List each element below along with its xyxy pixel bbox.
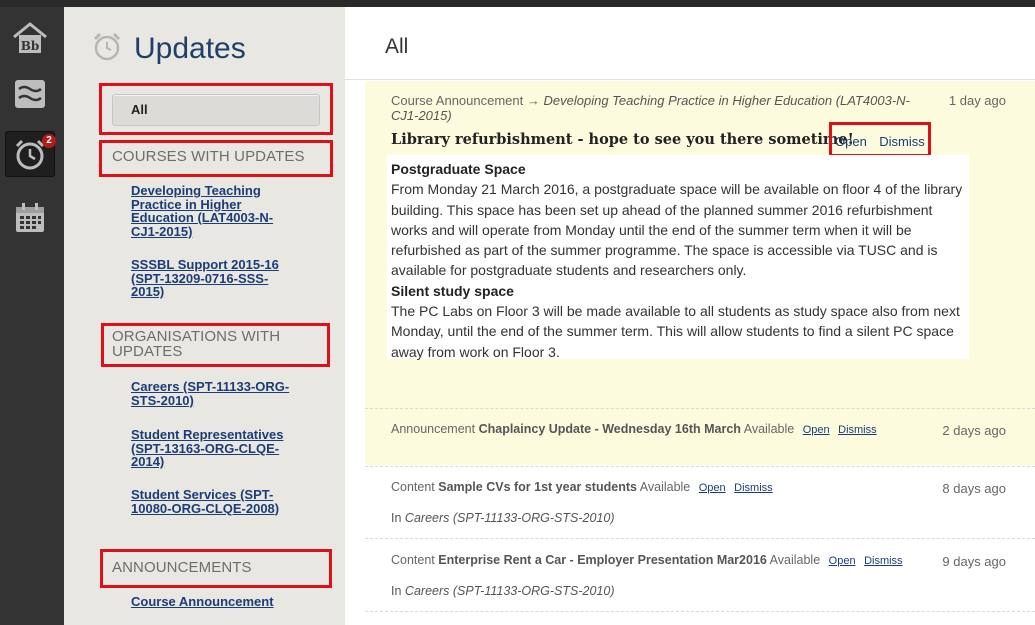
dismiss-link[interactable]: Dismiss bbox=[838, 424, 877, 436]
sidebar-org-link[interactable]: Student Representatives (SPT-13163-ORG-C… bbox=[131, 428, 301, 469]
sidebar-org-link[interactable]: Careers (SPT-11133-ORG-STS-2010) bbox=[131, 380, 301, 407]
item-divider bbox=[365, 611, 1035, 612]
filter-all-button[interactable]: All bbox=[112, 94, 320, 126]
item-age: 9 days ago bbox=[942, 554, 1006, 569]
stream-icon bbox=[14, 79, 46, 109]
updates-count-badge: 2 bbox=[42, 134, 56, 148]
body-paragraph: From Monday 21 March 2016, a postgraduat… bbox=[391, 181, 963, 279]
update-item: Content Enterprise Rent a Car - Employer… bbox=[391, 553, 903, 567]
update-item: Content Sample CVs for 1st year students… bbox=[391, 480, 773, 494]
item-status: Available bbox=[743, 422, 795, 436]
sidebar-title: Updates bbox=[134, 31, 246, 65]
in-prefix: In bbox=[391, 584, 402, 598]
item-title[interactable]: Enterprise Rent a Car - Employer Present… bbox=[438, 553, 767, 567]
dismiss-link[interactable]: Dismiss bbox=[734, 482, 773, 494]
updates-sidebar: Updates All COURSES WITH UPDATES Develop… bbox=[64, 7, 345, 625]
item-location: In Careers (SPT-11133-ORG-STS-2010) bbox=[391, 511, 615, 525]
item-divider bbox=[365, 538, 1035, 539]
alarm-clock-icon bbox=[90, 29, 124, 68]
item-status: Available bbox=[769, 553, 821, 567]
open-link[interactable]: Open bbox=[803, 424, 830, 436]
item-location: In Careers (SPT-11133-ORG-STS-2010) bbox=[391, 584, 615, 598]
item-actions: Open Dismiss bbox=[835, 133, 925, 151]
item-age: 1 day ago bbox=[948, 93, 1006, 108]
item-age: 8 days ago bbox=[942, 481, 1006, 496]
update-item-meta: Course Announcement → Developing Teachin… bbox=[391, 93, 931, 123]
item-type: Announcement bbox=[391, 422, 476, 436]
blackboard-home-icon: Bb bbox=[10, 20, 50, 56]
title-divider bbox=[345, 79, 1035, 80]
home-button[interactable]: Bb bbox=[5, 15, 55, 61]
sidebar-org-link[interactable]: Student Services (SPT-10080-ORG-CLQE-200… bbox=[131, 488, 301, 515]
sidebar-course-link[interactable]: SSSBL Support 2015-16 (SPT-13209-0716-SS… bbox=[131, 258, 301, 299]
item-location-link[interactable]: Careers (SPT-11133-ORG-STS-2010) bbox=[405, 584, 615, 598]
item-age: 2 days ago bbox=[942, 423, 1006, 438]
dismiss-link[interactable]: Dismiss bbox=[879, 134, 925, 149]
orgs-section-heading: ORGANISATIONS WITH UPDATES bbox=[112, 328, 281, 360]
body-heading: Postgraduate Space bbox=[391, 161, 526, 177]
calendar-button[interactable] bbox=[5, 195, 55, 241]
item-title[interactable]: Chaplaincy Update - Wednesday 16th March bbox=[479, 422, 741, 436]
courses-section-heading: COURSES WITH UPDATES bbox=[112, 148, 305, 165]
item-title[interactable]: Sample CVs for 1st year students bbox=[438, 480, 637, 494]
updates-main: All Course Announcement → Developing Tea… bbox=[345, 7, 1035, 625]
main-title: All bbox=[385, 35, 409, 58]
open-link[interactable]: Open bbox=[835, 134, 867, 149]
item-status: Available bbox=[639, 480, 691, 494]
sidebar-course-link[interactable]: Developing Teaching Practice in Higher E… bbox=[131, 184, 301, 238]
item-type: Content bbox=[391, 553, 435, 567]
arrow-icon: → bbox=[526, 93, 540, 108]
item-divider bbox=[365, 466, 1035, 467]
open-link[interactable]: Open bbox=[699, 482, 726, 494]
svg-text:Bb: Bb bbox=[21, 39, 40, 53]
top-strip bbox=[0, 0, 1035, 7]
item-title[interactable]: Library refurbishment - hope to see you … bbox=[391, 131, 854, 148]
stream-button[interactable] bbox=[5, 71, 55, 117]
body-paragraph: The PC Labs on Floor 3 will be made avai… bbox=[391, 303, 960, 360]
body-heading: Silent study space bbox=[391, 282, 514, 299]
updates-button[interactable]: 2 bbox=[5, 131, 56, 177]
open-link[interactable]: Open bbox=[829, 555, 856, 567]
sidebar-announcement-link[interactable]: Course Announcement bbox=[131, 595, 301, 609]
item-divider bbox=[365, 408, 1035, 409]
announcements-section-heading: ANNOUNCEMENTS bbox=[112, 559, 252, 576]
announcement-body: Postgraduate Space From Monday 21 March … bbox=[387, 155, 969, 360]
item-type: Course Announcement bbox=[391, 93, 524, 108]
in-prefix: In bbox=[391, 511, 402, 525]
calendar-icon bbox=[14, 202, 46, 234]
global-nav-rail: Bb 2 bbox=[0, 7, 64, 625]
item-location-link[interactable]: Careers (SPT-11133-ORG-STS-2010) bbox=[405, 511, 615, 525]
item-type: Content bbox=[391, 480, 435, 494]
update-item: Announcement Chaplaincy Update - Wednesd… bbox=[391, 422, 877, 436]
sidebar-header: Updates bbox=[90, 29, 246, 68]
dismiss-link[interactable]: Dismiss bbox=[864, 555, 903, 567]
